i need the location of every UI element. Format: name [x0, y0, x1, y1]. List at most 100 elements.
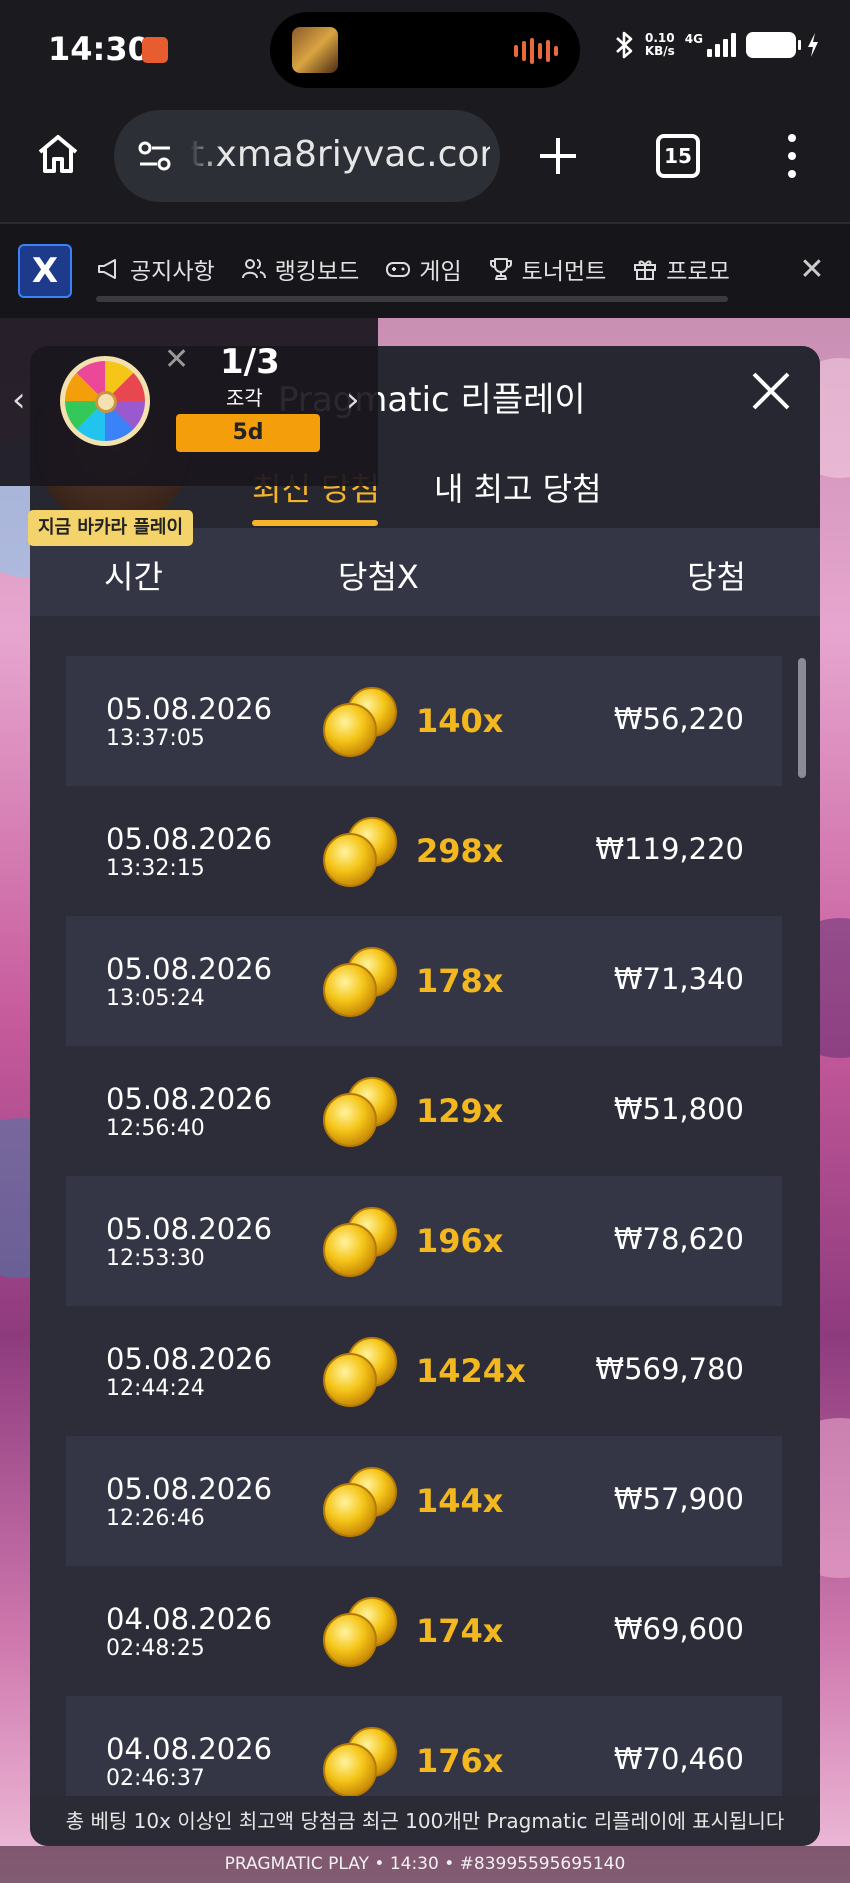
- site-nav: X 공지사항 랭킹보드 게임 토너먼트 프로모 ✕: [0, 222, 850, 318]
- promo-next-icon[interactable]: ›: [346, 380, 360, 420]
- fortune-wheel-icon[interactable]: [60, 356, 150, 446]
- nav-close-icon[interactable]: ✕: [794, 252, 830, 288]
- gold-coins-icon: [323, 947, 397, 1017]
- active-tab-indicator: [252, 520, 378, 526]
- nav-scrollbar[interactable]: [96, 296, 728, 302]
- trophy-icon: [489, 258, 512, 280]
- list-scrollbar[interactable]: [798, 658, 806, 778]
- nav-item-label: 게임: [419, 259, 462, 285]
- row-date: 04.08.2026: [106, 1602, 273, 1636]
- dynamic-island[interactable]: [270, 12, 580, 88]
- row-multiplier: 298x: [416, 832, 504, 870]
- nav-item-notice[interactable]: 공지사항: [96, 252, 215, 286]
- gold-coins-icon: [323, 1077, 397, 1147]
- table-row[interactable]: 05.08.2026 13:05:24 178x ₩71,340: [66, 916, 782, 1046]
- row-date: 05.08.2026: [106, 1342, 273, 1376]
- nav-item-label: 프로모: [666, 259, 730, 285]
- table-row[interactable]: 05.08.2026 13:32:15 298x ₩119,220: [66, 786, 782, 916]
- nav-item-games[interactable]: 게임: [385, 252, 462, 286]
- tab-my-best-wins[interactable]: 내 최고 당첨: [434, 464, 602, 510]
- row-multiplier: 140x: [416, 702, 504, 740]
- row-date: 05.08.2026: [106, 952, 273, 986]
- promo-widget: ‹ ✕ 1/3 조각 5d ›: [0, 318, 378, 486]
- row-amount: ₩119,220: [595, 832, 744, 866]
- gold-coins-icon: [323, 1727, 397, 1797]
- nav-item-tournament[interactable]: 토너먼트: [488, 252, 606, 286]
- nav-item-promo[interactable]: 프로모: [632, 252, 730, 286]
- row-date: 05.08.2026: [106, 1082, 273, 1116]
- column-header-multiplier: 당첨X: [338, 558, 419, 596]
- column-header-time: 시간: [104, 558, 163, 596]
- site-logo[interactable]: X: [18, 244, 72, 298]
- promo-piece-label: 조각: [226, 386, 263, 410]
- row-amount: ₩569,780: [595, 1352, 744, 1386]
- nav-item-label: 랭킹보드: [274, 259, 360, 285]
- row-time: 12:53:30: [106, 1246, 205, 1271]
- wheel-hub: [95, 391, 117, 413]
- browser-toolbar: t.xma8riyvac.com 15: [0, 100, 850, 222]
- row-multiplier: 196x: [416, 1222, 504, 1260]
- table-row[interactable]: 04.08.2026 02:48:25 174x ₩69,600: [66, 1566, 782, 1696]
- row-amount: ₩56,220: [613, 702, 744, 736]
- media-thumbnail-icon: [292, 27, 338, 73]
- row-time: 13:32:15: [106, 856, 205, 881]
- wins-list: 05.08.2026 13:37:05 140x ₩56,220 05.08.2…: [66, 656, 782, 1826]
- row-amount: ₩71,340: [613, 962, 744, 996]
- nav-item-ranking[interactable]: 랭킹보드: [241, 252, 360, 286]
- row-date: 05.08.2026: [106, 822, 273, 856]
- row-time: 02:46:37: [106, 1766, 205, 1791]
- row-date: 04.08.2026: [106, 1732, 273, 1766]
- home-icon[interactable]: [34, 130, 82, 178]
- net-speed-unit: KB/s: [644, 44, 675, 58]
- network-type: 4G: [684, 32, 703, 46]
- site-settings-icon[interactable]: [136, 138, 174, 174]
- status-time: 14:30: [48, 30, 150, 68]
- promo-prev-icon[interactable]: ‹: [12, 380, 26, 420]
- tab-switcher-button[interactable]: 15: [656, 134, 700, 178]
- gold-coins-icon: [323, 1467, 397, 1537]
- signal-icon: [707, 33, 736, 57]
- address-bar[interactable]: t.xma8riyvac.com: [114, 110, 500, 202]
- nav-item-label: 공지사항: [130, 259, 215, 285]
- more-menu-icon[interactable]: [782, 134, 802, 178]
- row-date: 05.08.2026: [106, 1212, 273, 1246]
- column-header-win: 당첨: [687, 558, 746, 596]
- row-time: 12:44:24: [106, 1376, 205, 1401]
- row-time: 12:26:46: [106, 1506, 205, 1531]
- row-date: 05.08.2026: [106, 692, 273, 726]
- new-tab-icon[interactable]: [536, 134, 580, 178]
- row-multiplier: 178x: [416, 962, 504, 1000]
- row-multiplier: 176x: [416, 1742, 504, 1780]
- battery-icon: [746, 32, 801, 58]
- row-amount: ₩57,900: [613, 1482, 744, 1516]
- charging-icon: [808, 33, 818, 57]
- net-speed: 0.10 KB/s: [645, 32, 675, 58]
- notification-app-icon: [142, 37, 168, 63]
- gift-icon: [634, 260, 657, 280]
- gold-coins-icon: [323, 687, 397, 757]
- table-row[interactable]: 05.08.2026 12:53:30 196x ₩78,620: [66, 1176, 782, 1306]
- megaphone-icon: [98, 259, 116, 279]
- status-indicators: 0.10 KB/s 4G: [613, 30, 820, 60]
- bluetooth-icon: [615, 31, 633, 59]
- row-amount: ₩70,460: [613, 1742, 744, 1776]
- modal-footer-note: 총 베팅 10x 이상인 최고액 당첨금 최근 100개만 Pragmatic …: [30, 1796, 820, 1846]
- close-icon[interactable]: [748, 368, 794, 414]
- users-icon: [241, 259, 266, 279]
- row-amount: ₩78,620: [613, 1222, 744, 1256]
- table-row[interactable]: 05.08.2026 13:37:05 140x ₩56,220: [66, 656, 782, 786]
- row-amount: ₩69,600: [613, 1612, 744, 1646]
- row-multiplier: 1424x: [416, 1352, 526, 1390]
- site-nav-items: 공지사항 랭킹보드 게임 토너먼트 프로모: [96, 252, 730, 286]
- audio-wave-icon: [514, 38, 558, 64]
- promo-timer: 5d: [176, 414, 320, 452]
- promo-close-icon[interactable]: ✕: [164, 342, 189, 377]
- gold-coins-icon: [323, 1207, 397, 1277]
- status-bar: 14:30 0.10 KB/s 4G: [0, 0, 850, 100]
- play-baccarat-badge[interactable]: 지금 바카라 플레이: [28, 510, 194, 546]
- table-row[interactable]: 05.08.2026 12:56:40 129x ₩51,800: [66, 1046, 782, 1176]
- row-date: 05.08.2026: [106, 1472, 273, 1506]
- table-row[interactable]: 05.08.2026 12:44:24 1424x ₩569,780: [66, 1306, 782, 1436]
- row-time: 13:05:24: [106, 986, 205, 1011]
- table-row[interactable]: 05.08.2026 12:26:46 144x ₩57,900: [66, 1436, 782, 1566]
